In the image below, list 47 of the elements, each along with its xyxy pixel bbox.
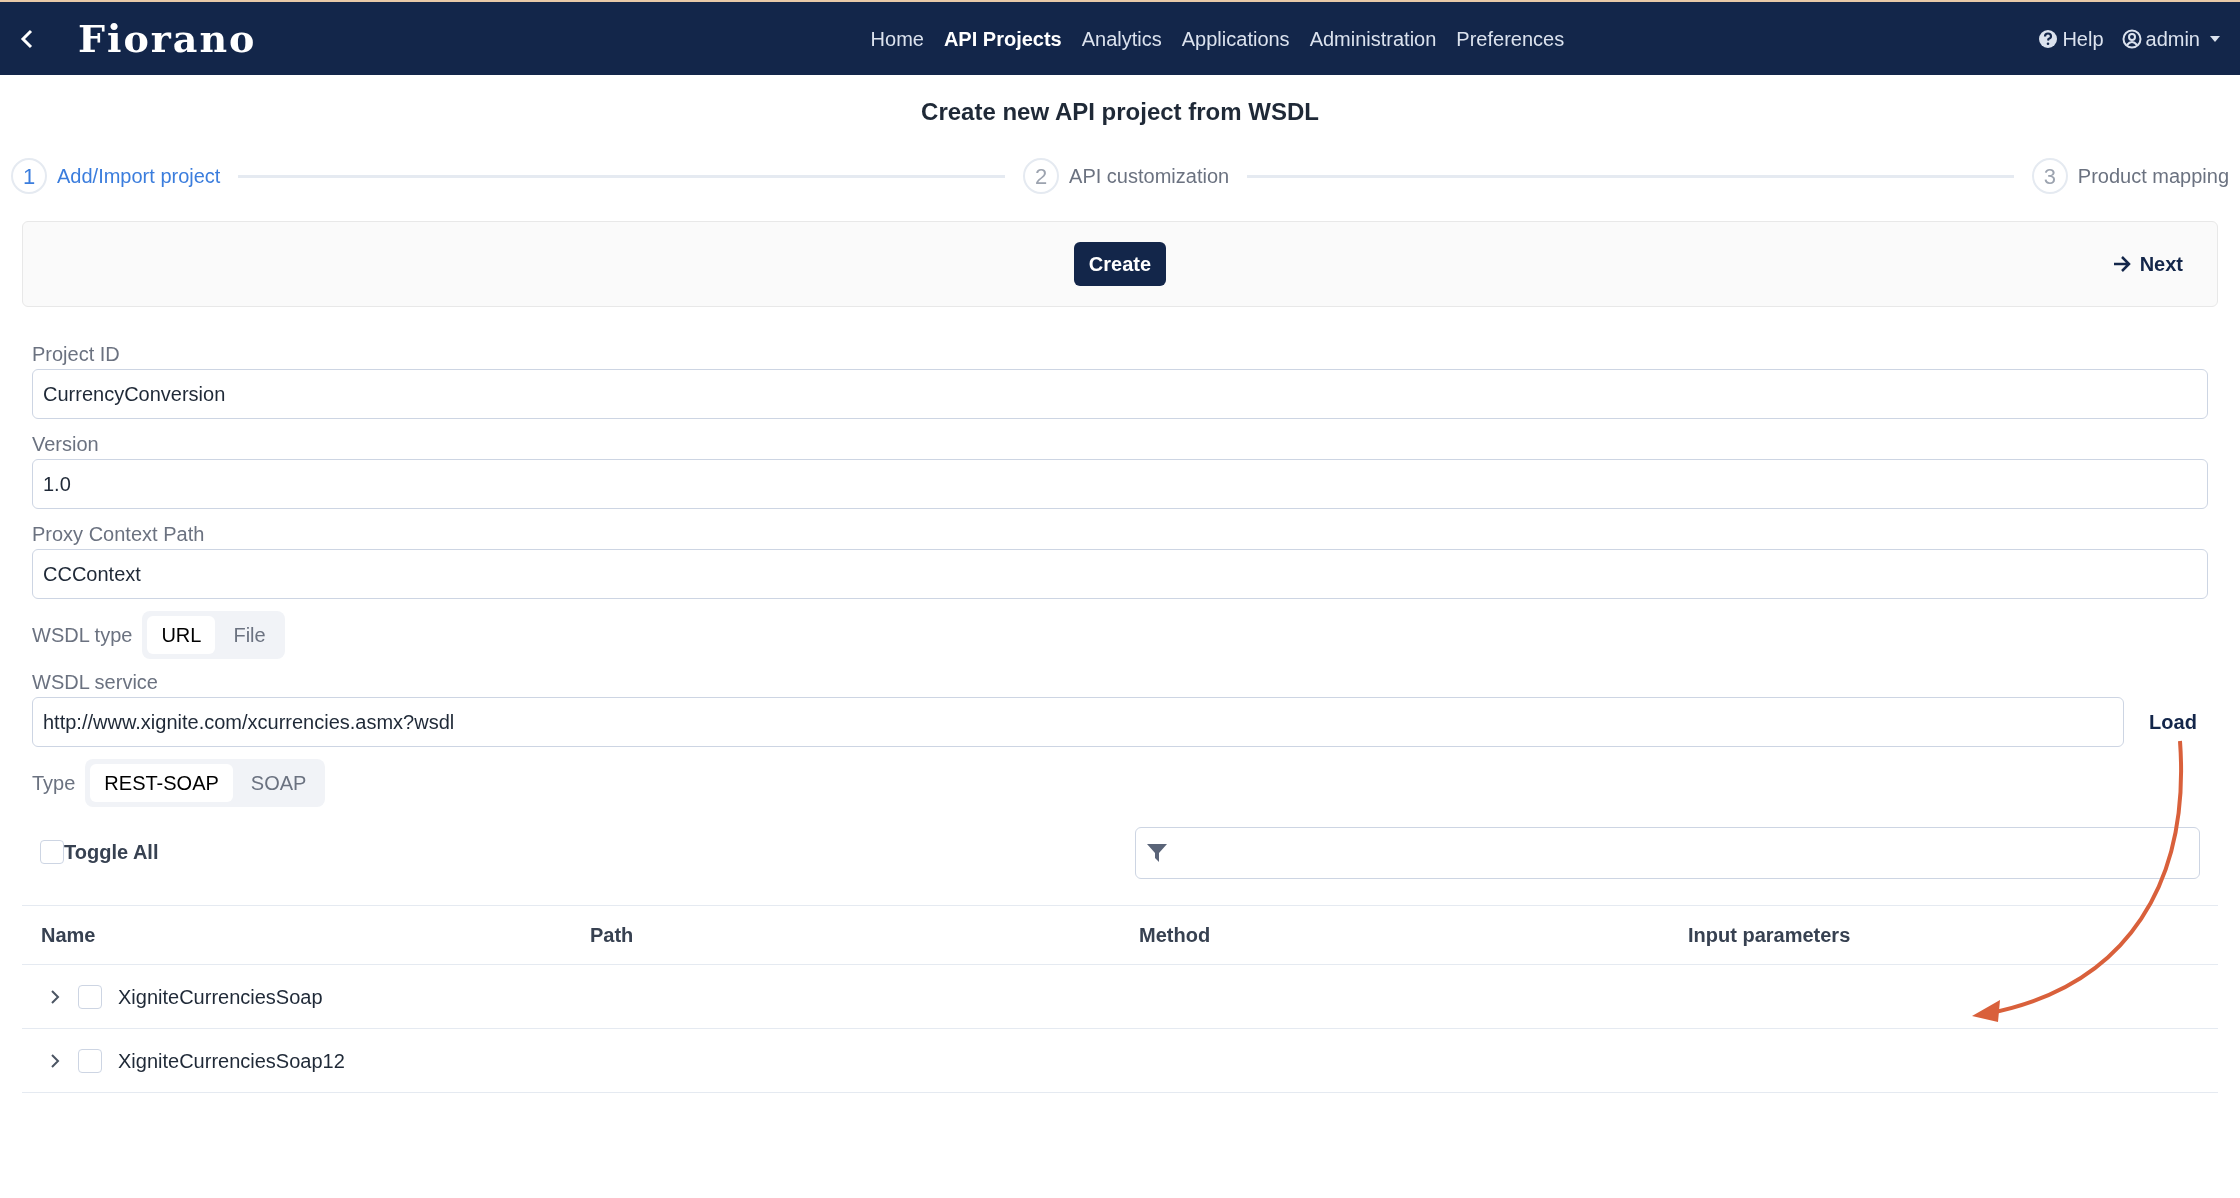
nav-link[interactable]: Preferences	[1456, 23, 1565, 54]
field-label: Project ID	[32, 342, 121, 367]
text-field[interactable]: 1.0	[32, 459, 2208, 509]
table-cell-text: XigniteCurrenciesSoap12	[118, 1048, 345, 1074]
nav-link[interactable]: Administration	[1309, 23, 1437, 54]
wizard-step[interactable]: 1 Add/Import project	[11, 158, 221, 194]
expand-toggle[interactable]	[48, 987, 62, 1006]
column-header: Input parameters	[1687, 923, 1852, 948]
table-cell-text: XigniteCurrenciesSoap	[118, 984, 323, 1010]
filter-icon	[1146, 843, 1168, 863]
segment-option[interactable]: SOAP	[236, 764, 321, 802]
filter-field[interactable]	[1135, 827, 2200, 879]
user-menu[interactable]: admin	[2121, 23, 2220, 54]
nav-link[interactable]: Applications	[1181, 23, 1290, 54]
create-button[interactable]: Create	[1073, 242, 1167, 286]
wizard-step[interactable]: 3 Product mapping	[2031, 158, 2229, 194]
help-icon	[2038, 28, 2059, 49]
field-label: WSDL service	[32, 670, 159, 695]
load-button[interactable]: Load	[2148, 707, 2198, 737]
text-field[interactable]: CCContext	[32, 549, 2208, 599]
segment-option[interactable]: REST-SOAP	[90, 764, 233, 802]
page-title: Create new API project from WSDL	[920, 97, 1320, 127]
next-button[interactable]: Next	[2111, 249, 2183, 279]
nav-link[interactable]: API Projects	[943, 23, 1062, 54]
logo[interactable]: Fiorano	[78, 19, 257, 58]
field-label: WSDL type	[32, 623, 133, 648]
text-field[interactable]: CurrencyConversion	[32, 369, 2208, 419]
segment-option[interactable]: URL	[147, 616, 216, 654]
column-header: Name	[40, 923, 97, 948]
expand-toggle[interactable]	[48, 1051, 62, 1070]
toggle-all-checkbox[interactable]: Toggle All	[32, 831, 1135, 867]
column-header: Path	[589, 923, 635, 948]
row-checkbox[interactable]	[78, 984, 102, 1009]
wizard-step[interactable]: 2 API customization	[1023, 158, 1230, 194]
help-link[interactable]: Help	[2038, 23, 2104, 54]
field-label: Version	[32, 432, 100, 457]
arrow-right-icon	[2111, 255, 2132, 273]
caret-icon	[2210, 35, 2220, 42]
nav-link[interactable]: Analytics	[1081, 23, 1162, 54]
column-header: Method	[1138, 923, 1212, 948]
field-label: Type	[32, 771, 76, 796]
segment-option[interactable]: File	[219, 616, 280, 654]
nav-link[interactable]: Home	[870, 23, 924, 54]
url-field[interactable]: http://www.xignite.com/xcurrencies.asmx?wsdl	[32, 697, 2124, 747]
field-label: Proxy Context Path	[32, 522, 206, 547]
user-icon	[2121, 28, 2142, 49]
row-checkbox[interactable]	[78, 1048, 102, 1073]
